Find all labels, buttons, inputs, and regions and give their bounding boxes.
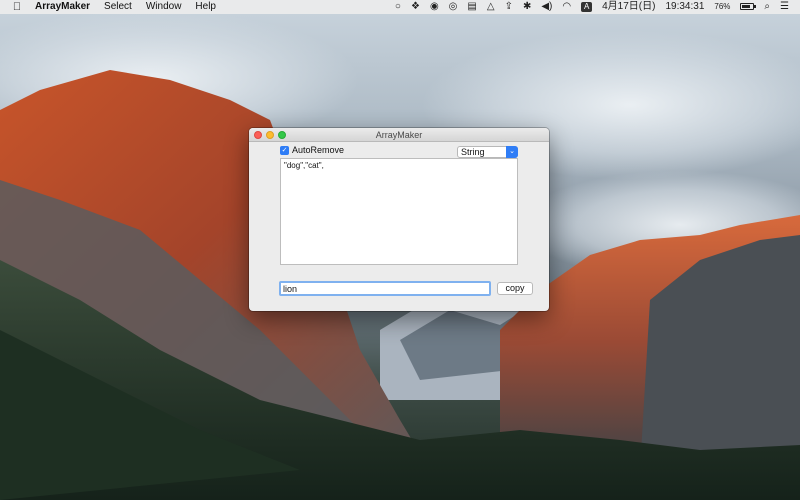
sync-icon[interactable]: ○: [390, 0, 406, 14]
array-output-textarea[interactable]: "dog","cat",: [280, 158, 518, 265]
auto-remove-option[interactable]: ✓ AutoRemove: [280, 145, 344, 155]
item-input[interactable]: [279, 281, 491, 296]
date-label[interactable]: 4月17日(日): [597, 0, 660, 14]
app-icon[interactable]: ◉: [425, 0, 444, 14]
battery-fill: [742, 4, 751, 8]
ime-indicator[interactable]: A: [576, 0, 597, 14]
wifi-icon[interactable]: ◠: [557, 0, 576, 14]
menu-bar:  ArrayMaker Select Window Help ○ ❖ ◉ ◎ …: [0, 0, 800, 14]
clipboard-icon[interactable]: ▤: [462, 0, 481, 14]
arraymaker-window: ArrayMaker ✓ AutoRemove String ⌄ "dog","…: [249, 128, 549, 311]
drive-icon[interactable]: △: [482, 0, 500, 14]
volume-icon[interactable]: ◀): [536, 0, 557, 14]
ime-icon: A: [581, 2, 593, 12]
battery-percent[interactable]: 76%: [709, 0, 735, 14]
spotlight-search-icon[interactable]: ⌕: [759, 0, 775, 14]
dropbox-icon[interactable]: ❖: [406, 0, 425, 14]
auto-remove-checkbox[interactable]: ✓: [280, 145, 289, 155]
chevron-down-icon[interactable]: ⌄: [506, 146, 518, 158]
battery-indicator[interactable]: [735, 0, 759, 14]
type-select-value: String: [461, 147, 485, 157]
bluetooth-icon[interactable]: ✱: [518, 0, 536, 14]
window-title: ArrayMaker: [375, 130, 423, 140]
apple-icon[interactable]: : [6, 1, 28, 13]
type-select[interactable]: String ⌄: [457, 146, 518, 158]
notification-center-icon[interactable]: ☰: [775, 0, 794, 14]
menu-help[interactable]: Help: [188, 0, 223, 14]
upload-icon[interactable]: ⇪: [500, 0, 518, 14]
menu-app-name[interactable]: ArrayMaker: [28, 0, 97, 14]
copy-button[interactable]: copy: [497, 282, 533, 295]
battery-icon: [740, 2, 757, 10]
time-label[interactable]: 19:34:31: [660, 0, 709, 14]
window-titlebar[interactable]: ArrayMaker: [249, 128, 549, 142]
auto-remove-label: AutoRemove: [292, 145, 345, 155]
status-tray: ○ ❖ ◉ ◎ ▤ △ ⇪ ✱ ◀) ◠ A 4月17日(日) 19:34:31…: [390, 0, 800, 14]
menu-window[interactable]: Window: [139, 0, 189, 14]
broadcast-icon[interactable]: ◎: [444, 0, 463, 14]
menu-select[interactable]: Select: [97, 0, 139, 14]
